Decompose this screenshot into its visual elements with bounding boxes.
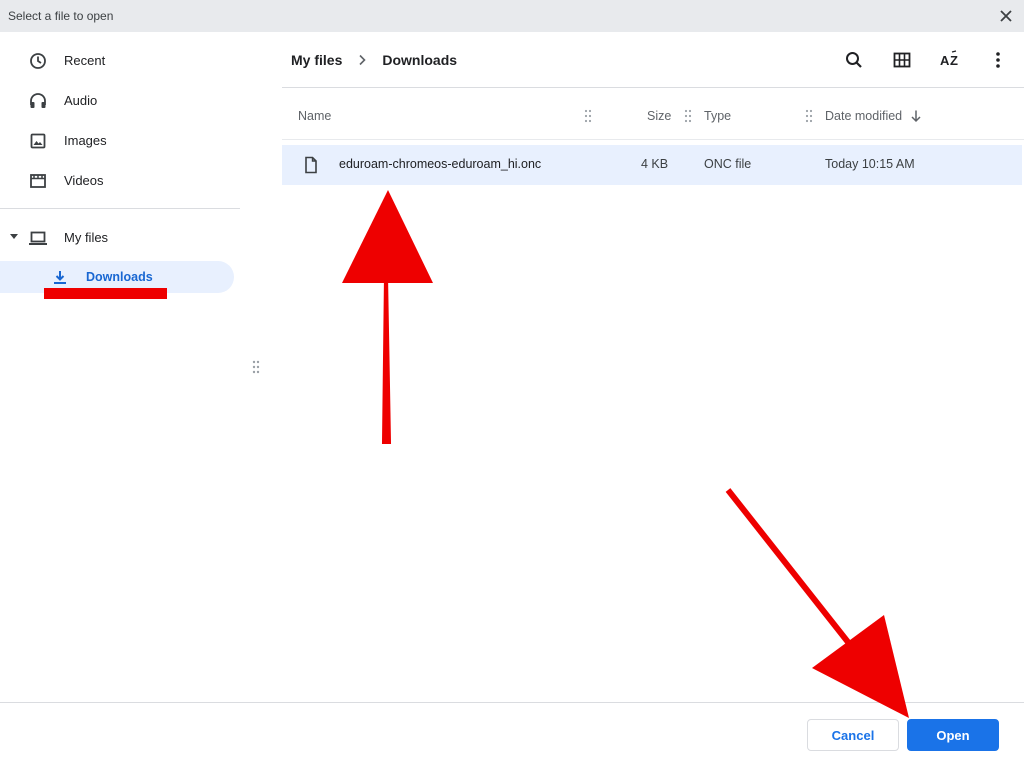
sidebar-item-audio[interactable]: Audio [0, 84, 234, 116]
grid-view-icon [893, 52, 911, 68]
column-header-label: Date modified [825, 109, 903, 123]
sidebar-item-images[interactable]: Images [0, 124, 234, 156]
close-icon [1000, 10, 1012, 22]
file-date-modified: Today 10:15 AM [825, 157, 915, 171]
sidebar-item-label: Images [64, 132, 107, 148]
column-header-type[interactable]: Type [704, 106, 731, 126]
annotation-arrow-up [342, 190, 433, 444]
headphones-icon [30, 93, 46, 108]
search-button[interactable] [838, 44, 870, 76]
sidebar-item-videos[interactable]: Videos [0, 164, 234, 196]
svg-text:A: A [940, 53, 950, 68]
file-size: 4 KB [641, 157, 669, 171]
sidebar-item-label: My files [64, 229, 109, 245]
open-button[interactable]: Open [907, 719, 999, 751]
annotation-underline [44, 288, 167, 299]
file-name: eduroam-chromeos-eduroam_hi.onc [339, 157, 542, 171]
download-icon [54, 271, 66, 284]
footer-divider [0, 702, 1024, 703]
sidebar-item-label: Downloads [86, 270, 153, 284]
arrow-down-icon [911, 110, 921, 123]
annotation-arrow-down-right [725, 488, 909, 718]
sidebar-item-my-files[interactable]: My files [0, 221, 234, 253]
film-icon [30, 174, 46, 188]
search-icon [846, 52, 862, 68]
column-resize-handle[interactable] [584, 109, 592, 123]
breadcrumb-item-my-files[interactable]: My files [291, 52, 342, 68]
sidebar-item-recent[interactable]: Recent [0, 44, 234, 76]
close-button[interactable] [996, 6, 1016, 26]
sidebar-item-label: Audio [64, 92, 98, 108]
sidebar-item-label: Recent [64, 52, 106, 68]
svg-text:Z: Z [950, 53, 958, 68]
column-resize-handle[interactable] [805, 109, 813, 123]
column-header-name[interactable]: Name [298, 106, 331, 126]
more-vert-icon [996, 52, 1000, 68]
sidebar: Recent Audio Images Videos My files Down… [0, 32, 240, 702]
column-resize-handle[interactable] [684, 109, 692, 123]
file-picker-dialog: Select a file to open Recent Audio Image… [0, 0, 1024, 768]
toolbar-divider [282, 87, 1024, 88]
file-type: ONC file [704, 157, 752, 171]
column-header-size[interactable]: Size [647, 106, 671, 126]
expand-arrow-icon[interactable] [10, 234, 18, 239]
sidebar-resize-handle[interactable] [252, 360, 260, 374]
cancel-button[interactable]: Cancel [807, 719, 899, 751]
breadcrumb: My files Downloads [291, 44, 457, 76]
sort-az-icon: A Z [940, 50, 958, 68]
file-icon [305, 156, 317, 174]
laptop-icon [29, 231, 47, 245]
title-bar: Select a file to open [0, 0, 1024, 32]
sort-button[interactable]: A Z [934, 44, 966, 76]
file-row[interactable]: eduroam-chromeos-eduroam_hi.onc 4 KB ONC… [282, 145, 1022, 185]
chevron-right-icon [359, 54, 366, 66]
column-header-date-modified[interactable]: Date modified [825, 106, 924, 126]
sidebar-divider [0, 208, 240, 209]
image-icon [30, 133, 46, 149]
drag-handle-icon [252, 360, 260, 374]
dialog-title: Select a file to open [8, 9, 114, 23]
breadcrumb-item-downloads[interactable]: Downloads [382, 52, 457, 68]
clock-icon [30, 53, 46, 69]
sidebar-item-label: Videos [64, 172, 104, 188]
more-options-button[interactable] [982, 44, 1014, 76]
grid-view-button[interactable] [886, 44, 918, 76]
header-divider [282, 139, 1024, 140]
